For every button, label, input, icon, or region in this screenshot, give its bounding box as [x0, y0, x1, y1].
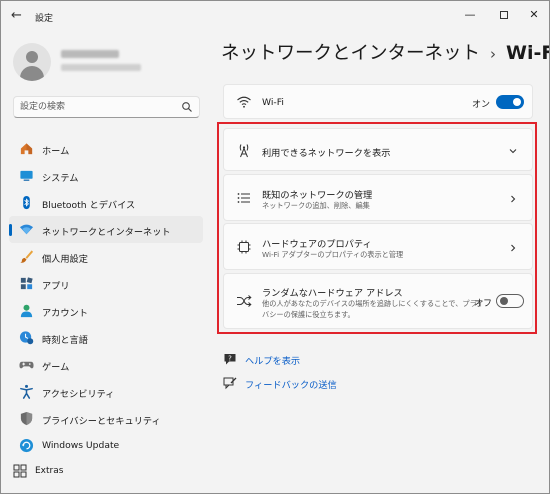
sidebar-item-label: Bluetooth とデバイス: [42, 200, 136, 211]
known-networks-subtitle: ネットワークの追加、削除、編集: [262, 201, 370, 210]
extras-icon: [13, 464, 27, 478]
breadcrumb-parent[interactable]: ネットワークとインターネット: [221, 43, 480, 64]
user-profile[interactable]: [13, 41, 203, 83]
random-address-subtitle-line2: バシーの保護に役立ちます。: [262, 310, 355, 319]
sidebar-item-label: ゲーム: [42, 362, 70, 373]
feedback-link-label: フィードバックの送信: [245, 380, 337, 391]
hardware-properties-card[interactable]: ハードウェアのプロパティ Wi-Fi アダプターのプロパティの表示と管理: [223, 223, 533, 270]
chevron-down-icon[interactable]: [508, 146, 518, 156]
random-address-toggle[interactable]: [496, 294, 524, 308]
apps-icon: [20, 277, 33, 290]
sidebar-item-label: システム: [42, 173, 79, 184]
shield-icon: [20, 411, 33, 426]
hardware-properties-title: ハードウェアのプロパティ: [262, 239, 372, 250]
sidebar-nav: ホーム システム Bluetooth とデバイス ネットワークとインターネット: [9, 135, 203, 459]
home-icon: [20, 143, 33, 155]
wifi-toggle-card: Wi-Fi オン: [223, 84, 533, 119]
wifi-state-label: オン: [472, 100, 491, 110]
wifi-label: Wi-Fi: [262, 97, 284, 108]
breadcrumb-separator: ›: [490, 45, 497, 63]
sidebar-item-label: ネットワークとインターネット: [42, 227, 171, 238]
sidebar-item-label: 個人用設定: [42, 254, 88, 265]
sidebar-item-accounts[interactable]: アカウント: [9, 297, 203, 324]
minimize-button[interactable]: —: [453, 5, 487, 25]
available-networks-label: 利用できるネットワークを表示: [262, 148, 391, 159]
sidebar-item-accessibility[interactable]: アクセシビリティ: [9, 378, 203, 405]
sidebar-item-label: アカウント: [42, 308, 88, 319]
feedback-link[interactable]: フィードバックの送信: [223, 375, 363, 391]
avatar: [13, 43, 51, 81]
title-bar: ← 設定 — ✕: [1, 1, 549, 31]
search-icon[interactable]: [181, 101, 193, 113]
search-input[interactable]: [20, 100, 170, 114]
chevron-right-icon[interactable]: [508, 243, 518, 253]
close-button[interactable]: ✕: [517, 5, 549, 25]
shuffle-icon: [237, 295, 252, 307]
sidebar-item-bluetooth[interactable]: Bluetooth とデバイス: [9, 189, 203, 216]
sidebar-item-label: 時刻と言語: [42, 335, 88, 346]
page-title: Wi-Fi: [506, 42, 549, 64]
wifi-icon: [237, 96, 251, 108]
antenna-icon: [239, 144, 249, 158]
gamepad-icon: [19, 361, 34, 369]
account-icon: [20, 304, 33, 318]
sidebar-item-network[interactable]: ネットワークとインターネット: [9, 216, 203, 243]
list-icon: [237, 193, 250, 203]
maximize-icon: [500, 11, 508, 19]
bluetooth-icon: [23, 195, 30, 210]
chip-icon: [237, 240, 251, 254]
sidebar-item-label: Extras: [35, 466, 64, 476]
sidebar-item-label: ホーム: [42, 146, 70, 157]
help-link-label: ヘルプを表示: [245, 356, 301, 367]
sidebar-item-privacy[interactable]: プライバシーとセキュリティ: [9, 405, 203, 432]
breadcrumb: ネットワークとインターネット › Wi-Fi: [221, 39, 549, 65]
sidebar-item-extras[interactable]: Extras: [9, 458, 203, 485]
sidebar-item-time-language[interactable]: 時刻と言語: [9, 324, 203, 351]
sidebar-item-system[interactable]: システム: [9, 162, 203, 189]
search-box[interactable]: [13, 96, 200, 118]
system-icon: [20, 170, 33, 181]
random-hardware-address-card: ランダムなハードウェア アドレス 他の人があなたのデバイスの場所を追跡しにくくす…: [223, 273, 533, 329]
known-networks-card[interactable]: 既知のネットワークの管理 ネットワークの追加、削除、編集: [223, 174, 533, 221]
maximize-button[interactable]: [487, 5, 521, 25]
network-icon: [19, 224, 34, 235]
random-address-state-label: オフ: [474, 299, 493, 309]
sidebar-item-label: Windows Update: [42, 440, 120, 451]
profile-email-redacted: [61, 64, 141, 71]
feedback-icon: [223, 377, 237, 390]
random-address-subtitle-line1: 他の人があなたのデバイスの場所を追跡しにくくすることで、プライ: [262, 299, 484, 308]
sidebar-item-windows-update[interactable]: Windows Update: [9, 432, 203, 459]
help-link[interactable]: ? ヘルプを表示: [223, 351, 343, 367]
chevron-right-icon[interactable]: [508, 194, 518, 204]
random-address-title: ランダムなハードウェア アドレス: [262, 288, 403, 299]
wifi-toggle[interactable]: [496, 95, 524, 109]
paintbrush-icon: [19, 250, 34, 263]
sidebar-item-gaming[interactable]: ゲーム: [9, 351, 203, 378]
known-networks-title: 既知のネットワークの管理: [262, 190, 373, 201]
settings-window: ← 設定 — ✕ ホーム: [0, 0, 550, 494]
sidebar-item-home[interactable]: ホーム: [9, 135, 203, 162]
app-title: 設定: [35, 14, 54, 24]
sidebar-item-label: アプリ: [42, 281, 70, 292]
windows-update-icon: [19, 438, 34, 453]
sidebar-item-label: アクセシビリティ: [42, 389, 115, 400]
sidebar-item-label: プライバシーとセキュリティ: [42, 416, 161, 427]
sidebar-item-apps[interactable]: アプリ: [9, 270, 203, 297]
time-language-icon: [19, 331, 34, 345]
accessibility-icon: [20, 384, 33, 399]
hardware-properties-subtitle: Wi-Fi アダプターのプロパティの表示と管理: [262, 250, 404, 259]
svg-text:?: ?: [228, 354, 232, 362]
available-networks-card[interactable]: 利用できるネットワークを表示: [223, 128, 533, 171]
back-arrow-icon[interactable]: ←: [11, 9, 25, 23]
help-icon: ?: [224, 354, 236, 365]
sidebar-item-personalization[interactable]: 個人用設定: [9, 243, 203, 270]
profile-name-redacted: [61, 50, 119, 58]
